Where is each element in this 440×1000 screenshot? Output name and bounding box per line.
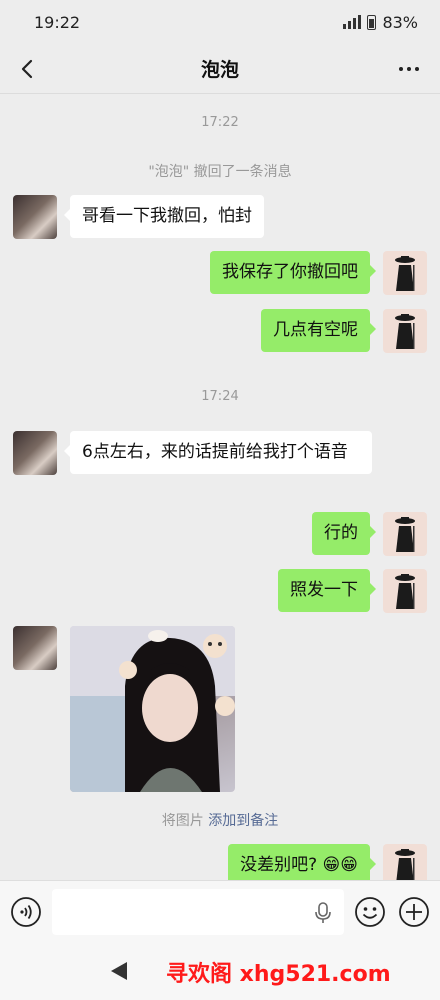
- plus-circle-icon[interactable]: [398, 896, 430, 928]
- triangle-back-icon[interactable]: [108, 960, 130, 982]
- figure-avatar-icon: [395, 574, 415, 609]
- status-bar: 19:22 83%: [0, 0, 440, 44]
- figure-avatar-icon: [395, 849, 415, 880]
- contact-avatar[interactable]: [13, 431, 57, 475]
- timestamp: 17:24: [201, 389, 239, 404]
- my-avatar[interactable]: [383, 844, 427, 880]
- my-avatar[interactable]: [383, 512, 427, 556]
- recall-name: "泡泡": [148, 164, 190, 180]
- more-dots-icon[interactable]: [392, 54, 426, 84]
- message-bubble-outgoing[interactable]: 行的: [312, 512, 376, 555]
- contact-avatar[interactable]: [13, 626, 57, 670]
- message-bubble-outgoing[interactable]: 照发一下: [278, 569, 376, 612]
- recall-notice: "泡泡" 撤回了一条消息: [0, 161, 440, 181]
- my-avatar[interactable]: [383, 251, 427, 295]
- my-avatar[interactable]: [383, 569, 427, 613]
- chat-title: 泡泡: [200, 59, 239, 81]
- figure-avatar-icon: [395, 517, 415, 552]
- photo-note: 将图片 添加到备注: [0, 810, 440, 830]
- watermark: 寻欢阁 xhg521.com: [166, 962, 391, 987]
- chevron-left-icon[interactable]: [14, 54, 44, 84]
- photo-message[interactable]: [70, 626, 235, 792]
- add-to-remark-link[interactable]: 添加到备注: [208, 813, 278, 829]
- microphone-icon[interactable]: [314, 902, 332, 924]
- signal-icon: [343, 15, 362, 29]
- battery-icon: [367, 14, 377, 30]
- battery-percent: 83%: [382, 12, 418, 32]
- emoji-icon[interactable]: [354, 896, 386, 928]
- message-bubble-outgoing[interactable]: 我保存了你撤回吧: [210, 251, 376, 294]
- message-input[interactable]: [52, 889, 344, 935]
- voice-icon[interactable]: [10, 896, 42, 928]
- figure-avatar-icon: [395, 314, 415, 349]
- message-bubble-incoming[interactable]: 哥看一下我撤回，怕封: [64, 195, 264, 238]
- status-indicators: 83%: [343, 13, 418, 32]
- message-bubble-outgoing[interactable]: 几点有空呢: [261, 309, 376, 352]
- timestamp: 17:22: [201, 115, 239, 130]
- chat-area[interactable]: 17:22 "泡泡" 撤回了一条消息 哥看一下我撤回，怕封 我保存了你撤回吧 几…: [0, 95, 440, 880]
- photo-image: [70, 626, 235, 792]
- contact-avatar[interactable]: [13, 195, 57, 239]
- my-avatar[interactable]: [383, 309, 427, 353]
- photo-note-prefix: 将图片: [161, 813, 209, 829]
- input-bar: [0, 880, 440, 944]
- system-nav-bar: 寻欢阁 xhg521.com: [0, 944, 440, 1000]
- message-bubble-incoming[interactable]: 6点左右，来的话提前给我打个语音: [64, 431, 372, 474]
- message-bubble-outgoing[interactable]: 没差别吧? 😁😁: [228, 844, 376, 880]
- recall-text: 撤回了一条消息: [189, 164, 292, 180]
- chat-header: 泡泡: [0, 44, 440, 94]
- figure-avatar-icon: [395, 256, 415, 291]
- status-time: 19:22: [34, 12, 81, 32]
